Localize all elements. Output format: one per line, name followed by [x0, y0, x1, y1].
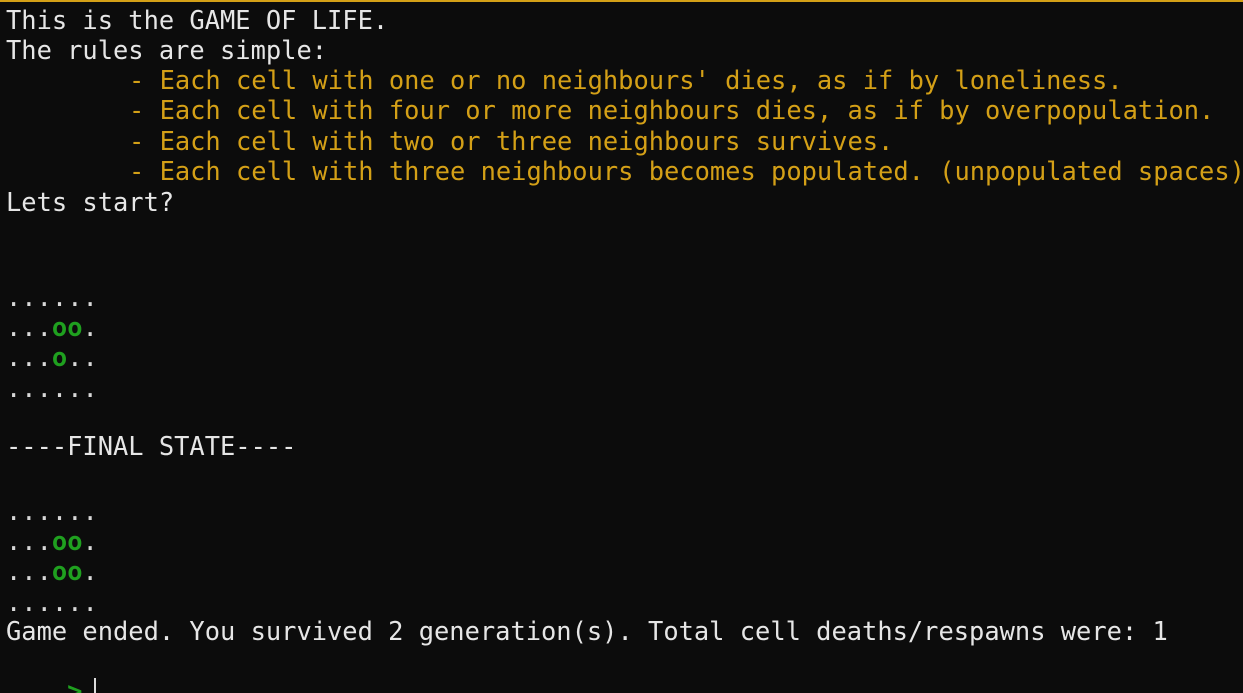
empty-cell: .: [6, 373, 22, 403]
live-cell: o: [51, 312, 68, 342]
empty-cell: .: [82, 587, 98, 617]
empty-cell: .: [6, 312, 22, 342]
empty-cell: .: [36, 373, 52, 403]
grid-row: ......: [6, 587, 98, 617]
empty-cell: .: [21, 342, 37, 372]
empty-cell: .: [21, 556, 37, 586]
empty-cell: .: [82, 373, 98, 403]
game-title: This is the GAME OF LIFE.: [6, 5, 389, 35]
empty-cell: .: [36, 282, 52, 312]
empty-cell: .: [6, 587, 22, 617]
empty-cell: .: [36, 342, 52, 372]
empty-cell: .: [36, 526, 52, 556]
empty-cell: .: [67, 496, 83, 526]
empty-cell: .: [36, 312, 52, 342]
game-result-text: Game ended. You survived 2 generation(s)…: [6, 616, 1168, 646]
empty-cell: .: [67, 373, 83, 403]
empty-cell: .: [21, 496, 37, 526]
empty-cell: .: [21, 526, 37, 556]
grid-row: ...o..: [6, 342, 98, 372]
live-cell: o: [51, 342, 68, 372]
empty-cell: .: [67, 587, 83, 617]
empty-cell: .: [82, 496, 98, 526]
grid-row: ...oo.: [6, 526, 98, 556]
rules-heading: The rules are simple:: [6, 35, 328, 65]
rule-survival: - Each cell with two or three neighbours…: [129, 126, 894, 156]
empty-cell: .: [51, 496, 68, 526]
empty-cell: .: [82, 526, 98, 556]
empty-cell: .: [51, 282, 68, 312]
start-prompt-text: Lets start?: [6, 187, 175, 217]
rule-overpopulation: - Each cell with four or more neighbours…: [129, 95, 1215, 125]
empty-cell: .: [21, 587, 37, 617]
grid-row: ...oo.: [6, 312, 98, 342]
empty-cell: .: [36, 496, 52, 526]
empty-cell: .: [6, 342, 22, 372]
rule-loneliness: - Each cell with one or no neighbours' d…: [129, 65, 1123, 95]
grid-row: ......: [6, 496, 98, 526]
empty-cell: .: [82, 312, 98, 342]
empty-cell: .: [6, 526, 22, 556]
empty-cell: .: [82, 556, 98, 586]
live-cell: o: [51, 526, 68, 556]
empty-cell: .: [51, 373, 68, 403]
empty-cell: .: [67, 342, 83, 372]
live-cell: o: [67, 526, 83, 556]
live-cell: o: [67, 312, 83, 342]
empty-cell: .: [21, 373, 37, 403]
rule-birth: - Each cell with three neighbours become…: [129, 156, 1243, 186]
grid-row: ......: [6, 373, 98, 403]
empty-cell: .: [6, 556, 22, 586]
empty-cell: .: [6, 282, 22, 312]
empty-cell: .: [6, 496, 22, 526]
empty-cell: .: [51, 587, 68, 617]
empty-cell: .: [82, 342, 98, 372]
empty-cell: .: [82, 282, 98, 312]
prompt-symbol: >: [67, 676, 83, 693]
empty-cell: .: [67, 282, 83, 312]
final-state-label: ----FINAL STATE----: [6, 431, 297, 461]
live-cell: o: [51, 556, 68, 586]
terminal-window[interactable]: This is the GAME OF LIFE. The rules are …: [0, 0, 1243, 693]
text-cursor[interactable]: [94, 678, 97, 693]
command-prompt[interactable]: >: [6, 646, 97, 693]
empty-cell: .: [21, 282, 37, 312]
empty-cell: .: [36, 587, 52, 617]
empty-cell: .: [21, 312, 37, 342]
grid-row: ......: [6, 282, 98, 312]
grid-row: ...oo.: [6, 556, 98, 586]
empty-cell: .: [36, 556, 52, 586]
live-cell: o: [67, 556, 83, 586]
